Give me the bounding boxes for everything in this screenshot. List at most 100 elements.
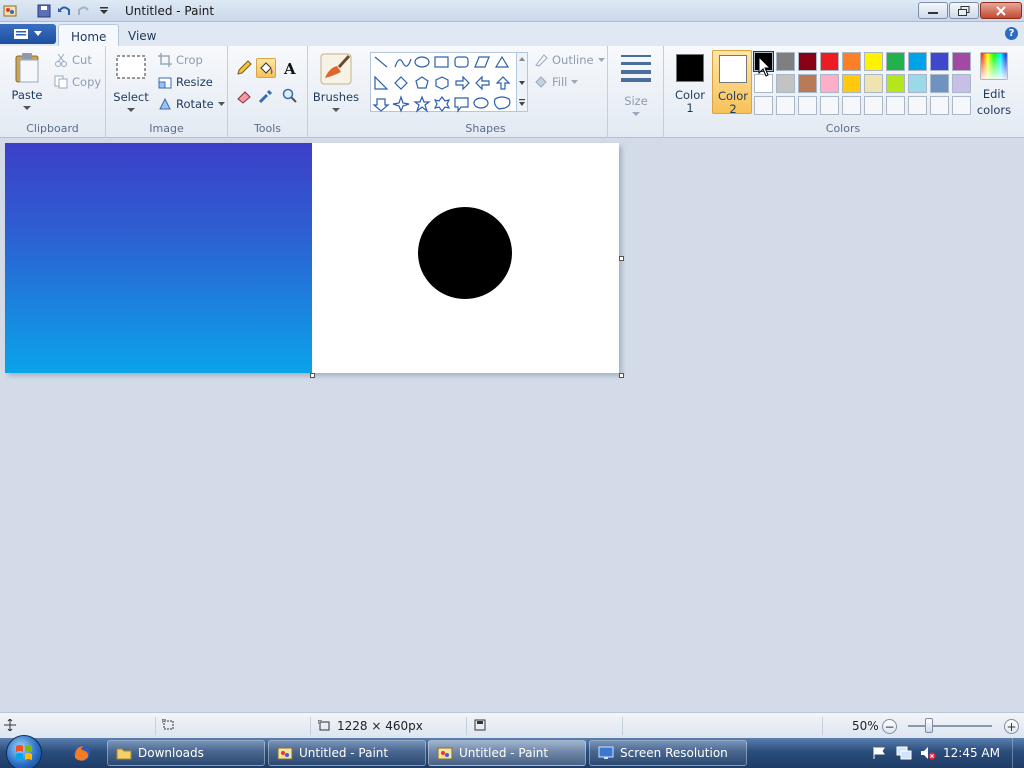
zoom-in-button[interactable]: +	[1004, 719, 1019, 734]
outline-button[interactable]: Outline	[534, 53, 605, 67]
paste-button[interactable]: Paste	[8, 52, 46, 111]
taskbar: Downloads Untitled - Paint Untitled - Pa…	[0, 735, 1024, 768]
color2-label: Color	[717, 89, 749, 103]
color-picker-tool[interactable]	[256, 86, 276, 106]
size-button[interactable]: Size	[618, 52, 654, 117]
shapes-gallery[interactable]	[370, 52, 518, 113]
outline-icon	[535, 54, 548, 67]
outline-label: Outline	[552, 53, 594, 67]
canvas-resize-handle-corner[interactable]	[619, 373, 624, 378]
taskbar-button-paint-1[interactable]: Untitled - Paint	[268, 740, 426, 766]
network-icon[interactable]	[896, 746, 912, 760]
copy-button[interactable]: Copy	[54, 75, 101, 89]
volume-muted-icon[interactable]	[920, 746, 936, 760]
eraser-tool[interactable]	[234, 86, 254, 106]
action-center-flag-icon[interactable]	[872, 746, 886, 760]
pencil-tool[interactable]	[234, 58, 254, 78]
palette-swatch[interactable]	[864, 52, 883, 71]
clipboard-group: Paste Cut Copy Clipboard	[0, 46, 106, 138]
shapes-gallery-icons	[372, 55, 511, 113]
palette-swatch[interactable]	[798, 74, 817, 93]
canvas-resize-handle-right[interactable]	[619, 256, 624, 261]
taskbar-button-downloads[interactable]: Downloads	[107, 740, 265, 766]
shapes-scrollbar[interactable]	[516, 52, 528, 112]
window-title: Untitled - Paint	[125, 4, 215, 18]
resize-button[interactable]: Resize	[158, 75, 213, 89]
palette-swatch[interactable]	[908, 74, 927, 93]
palette-swatch[interactable]	[908, 52, 927, 71]
paste-icon	[15, 53, 39, 83]
magnifier-tool[interactable]	[280, 86, 300, 106]
help-icon[interactable]: ?	[1005, 27, 1018, 40]
palette-swatch[interactable]	[952, 74, 971, 93]
drawing-canvas[interactable]	[5, 143, 619, 373]
palette-swatch[interactable]	[820, 52, 839, 71]
taskbar-button-screen-resolution[interactable]: Screen Resolution	[589, 740, 747, 766]
close-button[interactable]	[980, 2, 1022, 19]
tab-home[interactable]: Home	[58, 24, 120, 46]
save-icon[interactable]	[36, 3, 52, 19]
palette-swatch[interactable]	[952, 52, 971, 71]
palette-swatch[interactable]	[886, 96, 905, 115]
palette-swatch[interactable]	[820, 74, 839, 93]
disk-icon	[474, 719, 486, 731]
palette-swatch[interactable]	[930, 74, 949, 93]
taskbar-clock[interactable]: 12:45 AM	[943, 746, 1000, 760]
show-desktop-button[interactable]	[1012, 738, 1024, 768]
palette-swatch[interactable]	[930, 96, 949, 115]
brushes-button[interactable]: Brushes	[313, 52, 359, 113]
palette-swatch[interactable]	[842, 74, 861, 93]
paint-app-icon	[437, 747, 453, 760]
status-separator	[822, 717, 823, 735]
palette-swatch[interactable]	[908, 96, 927, 115]
palette-swatch[interactable]	[776, 96, 795, 115]
minimize-button[interactable]	[918, 2, 948, 19]
palette-swatch[interactable]	[798, 96, 817, 115]
firefox-taskbar-icon[interactable]	[70, 742, 94, 764]
zoom-slider-track[interactable]	[908, 725, 992, 727]
cut-button[interactable]: Cut	[54, 53, 92, 67]
palette-swatch[interactable]	[842, 52, 861, 71]
palette-swatch[interactable]	[820, 96, 839, 115]
fill-tool[interactable]	[256, 58, 276, 78]
palette-swatch[interactable]	[798, 52, 817, 71]
palette-swatch[interactable]	[864, 96, 883, 115]
paint-app-icon[interactable]	[2, 3, 18, 19]
text-tool[interactable]: A	[280, 58, 300, 78]
palette-swatch[interactable]	[776, 74, 795, 93]
undo-icon[interactable]	[56, 3, 72, 19]
edit-colors-button[interactable]: Edit colors	[976, 52, 1012, 116]
palette-swatch[interactable]	[754, 96, 773, 115]
restore-button[interactable]	[949, 2, 979, 19]
crop-icon	[158, 53, 172, 67]
paint-menu-button[interactable]	[0, 24, 56, 44]
palette-swatch[interactable]	[952, 96, 971, 115]
canvas-resize-handle-bottom[interactable]	[310, 373, 315, 378]
redo-icon[interactable]	[76, 3, 92, 19]
palette-swatch[interactable]	[776, 52, 795, 71]
palette-swatch[interactable]	[886, 52, 905, 71]
crop-button[interactable]: Crop	[158, 53, 203, 67]
taskbar-button-paint-2[interactable]: Untitled - Paint	[428, 740, 586, 766]
zoom-slider-thumb[interactable]	[925, 718, 933, 733]
palette-swatch[interactable]	[842, 96, 861, 115]
taskbar-button-label: Untitled - Paint	[459, 746, 549, 760]
size-label: Size	[624, 94, 648, 108]
fill-button[interactable]: Fill	[534, 75, 579, 89]
canvas-workarea[interactable]	[0, 139, 1024, 712]
palette-swatch[interactable]	[864, 74, 883, 93]
select-button[interactable]: Select	[113, 54, 149, 113]
palette-swatch[interactable]	[930, 52, 949, 71]
start-button[interactable]	[6, 735, 42, 768]
magnifier-icon	[282, 88, 297, 103]
image-group: Select Crop Resize Rotate Image	[106, 46, 228, 138]
palette-swatch[interactable]	[886, 74, 905, 93]
customize-qat-icon[interactable]	[96, 3, 112, 19]
zoom-out-button[interactable]: −	[882, 719, 897, 734]
rotate-button[interactable]: Rotate	[158, 97, 225, 111]
brushes-group: Brushes	[308, 46, 364, 138]
color1-button[interactable]: Color 1	[672, 50, 708, 115]
tab-view[interactable]: View	[116, 24, 168, 46]
text-icon: A	[283, 60, 296, 76]
color2-button[interactable]: Color 2	[712, 50, 752, 116]
